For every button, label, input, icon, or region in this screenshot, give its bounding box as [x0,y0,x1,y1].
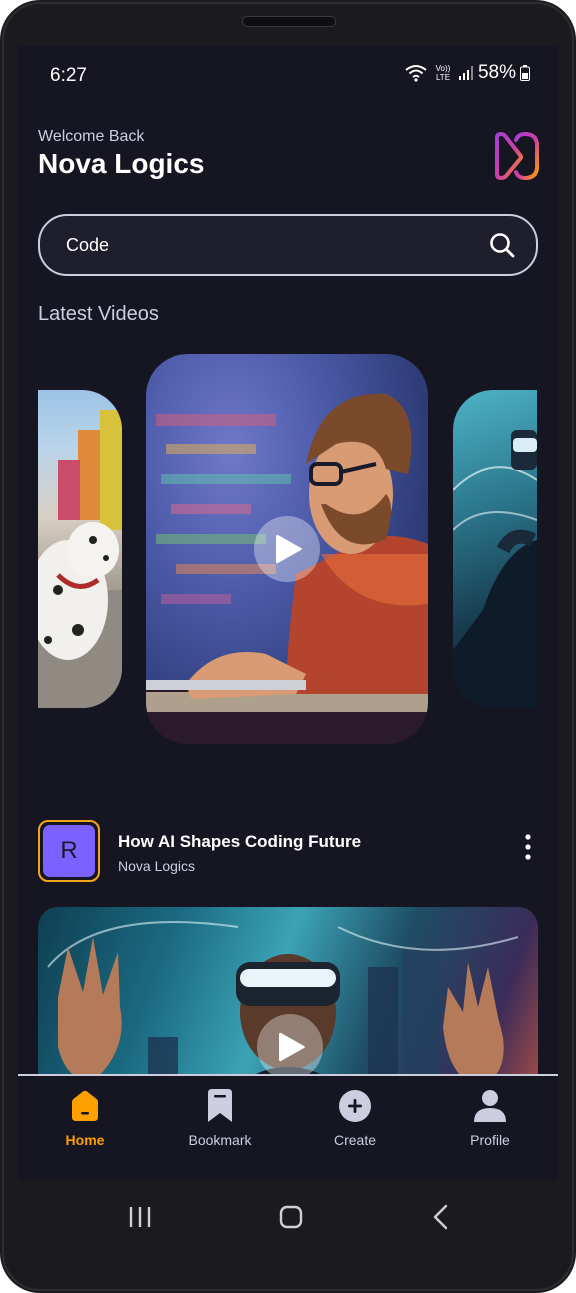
tab-profile[interactable]: Profile [425,1076,555,1180]
video-card-current[interactable] [146,354,428,744]
volte-top-text: Vo)) [436,64,451,73]
app-screen: 6:27 Vo)) LTE 58% Welcome Back Nova Logi… [18,46,558,1180]
home-icon [72,1090,98,1121]
phone-speaker [242,16,336,27]
volte-icon: Vo)) LTE [436,64,451,82]
tab-bookmark-label: Bookmark [188,1132,252,1148]
search-box[interactable] [38,214,538,276]
status-time: 6:27 [50,65,87,86]
back-icon[interactable] [422,1202,462,1232]
tab-home[interactable]: Home [20,1076,150,1180]
video-card-prev[interactable] [38,390,122,708]
recent-apps-icon[interactable] [120,1202,160,1232]
lte-text: LTE [436,73,450,82]
profile-icon [474,1090,506,1122]
status-icons: Vo)) LTE 58% [404,62,530,84]
user-name: Nova Logics [38,148,205,179]
home-nav-icon[interactable] [271,1202,311,1232]
play-icon [276,534,302,564]
wifi-icon [405,65,427,82]
channel-avatar[interactable]: R [38,820,100,882]
video-thumbnail-vr [453,430,537,708]
latest-videos-title: Latest Videos [38,303,159,325]
battery-icon [520,65,530,81]
tab-bookmark[interactable]: Bookmark [155,1076,285,1180]
video-info-row[interactable]: R How AI Shapes Coding Future Nova Logic… [38,820,538,886]
video-thumbnail-dog [38,410,122,708]
app-logo-icon [495,131,539,181]
system-nav-bar [0,1180,576,1250]
search-icon[interactable] [488,231,516,259]
video-title[interactable]: How AI Shapes Coding Future [118,832,361,852]
bottom-tab-bar: Home Bookmark Create Profile [18,1074,558,1180]
welcome-text: Welcome Back [38,128,145,145]
bookmark-icon [208,1089,232,1122]
video-card-next[interactable] [453,390,537,708]
signal-icon [458,66,473,80]
tab-create[interactable]: Create [290,1076,420,1180]
battery-percent: 58% [477,62,516,83]
tab-create-label: Create [333,1132,377,1148]
status-bar: 6:27 Vo)) LTE 58% [18,46,558,106]
video-channel: Nova Logics [118,858,196,874]
play-icon [279,1032,305,1062]
phone-frame: 6:27 Vo)) LTE 58% Welcome Back Nova Logi… [0,0,576,1293]
search-input[interactable] [66,232,466,258]
play-button[interactable] [254,516,320,582]
tab-home-label: Home [65,1132,105,1148]
more-vertical-icon[interactable] [518,832,538,862]
plus-circle-icon [339,1090,371,1122]
avatar-letter: R [43,825,95,877]
tab-profile-label: Profile [470,1132,510,1148]
video-play-button[interactable] [257,1014,323,1080]
